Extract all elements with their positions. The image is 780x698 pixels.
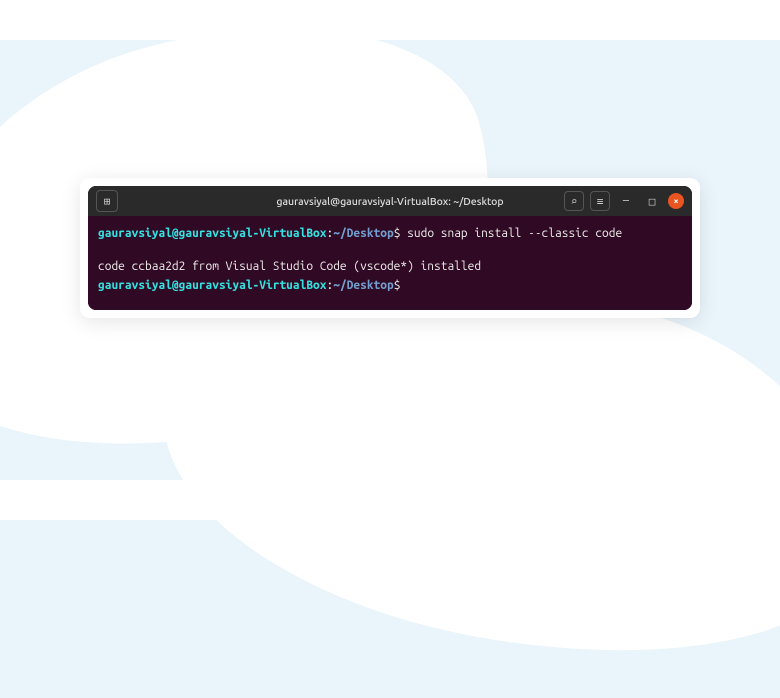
close-button[interactable]: ×: [668, 193, 684, 209]
minimize-button[interactable]: —: [616, 191, 636, 211]
terminal-command-line: gauravsiyal@gauravsiyal-VirtualBox:~/Des…: [98, 224, 682, 243]
command-text: sudo snap install --classic code: [400, 227, 622, 240]
close-icon: ×: [673, 196, 678, 206]
prompt-dollar: $: [394, 279, 401, 292]
terminal: ⊞ gauravsiyal@gauravsiyal-VirtualBox: ~/…: [88, 186, 692, 310]
terminal-window-frame: ⊞ gauravsiyal@gauravsiyal-VirtualBox: ~/…: [80, 178, 700, 318]
maximize-button[interactable]: □: [642, 191, 662, 211]
prompt-path: ~/Desktop: [333, 279, 393, 292]
prompt-path: ~/Desktop: [333, 227, 393, 240]
menu-icon: ≡: [597, 195, 604, 208]
menu-button[interactable]: ≡: [590, 191, 610, 211]
terminal-blank-line: [98, 243, 682, 257]
minimize-icon: —: [623, 195, 629, 207]
window-title: gauravsiyal@gauravsiyal-VirtualBox: ~/De…: [276, 195, 503, 207]
search-button[interactable]: ⌕: [564, 191, 584, 211]
terminal-output-line: code ccbaa2d2 from Visual Studio Code (v…: [98, 257, 682, 276]
search-icon: ⌕: [571, 195, 578, 208]
terminal-output-text: code ccbaa2d2 from Visual Studio Code (v…: [98, 260, 481, 273]
new-tab-icon: ⊞: [104, 195, 111, 208]
titlebar: ⊞ gauravsiyal@gauravsiyal-VirtualBox: ~/…: [88, 186, 692, 216]
terminal-body[interactable]: gauravsiyal@gauravsiyal-VirtualBox:~/Des…: [88, 216, 692, 310]
maximize-icon: □: [649, 195, 656, 208]
prompt-user-host: gauravsiyal@gauravsiyal-VirtualBox: [98, 227, 326, 240]
new-tab-button[interactable]: ⊞: [96, 190, 118, 212]
terminal-prompt-line: gauravsiyal@gauravsiyal-VirtualBox:~/Des…: [98, 276, 682, 295]
prompt-user-host: gauravsiyal@gauravsiyal-VirtualBox: [98, 279, 326, 292]
